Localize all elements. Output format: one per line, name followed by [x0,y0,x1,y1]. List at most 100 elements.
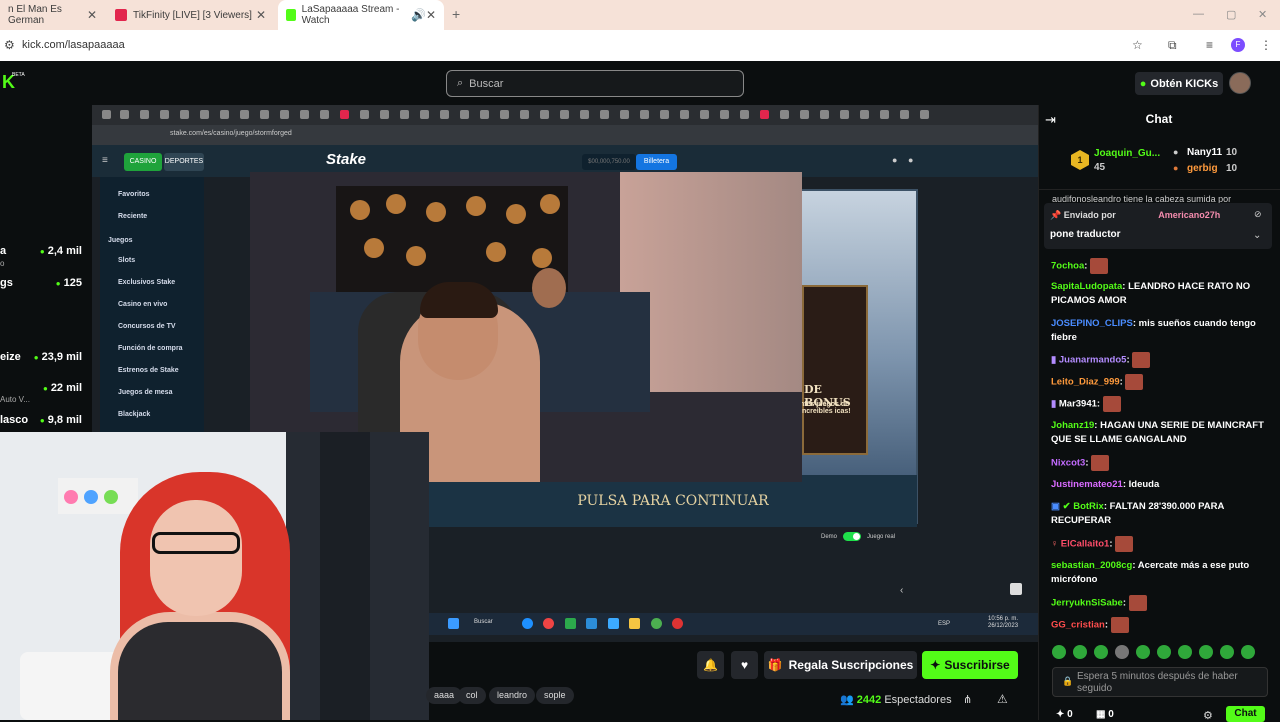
speaker-icon[interactable]: 🔊 [411,8,426,22]
chat-message: JOSEPINO_CLIPS: mis sueños cuando tengo … [1051,318,1256,343]
close-icon[interactable]: ✕ [256,8,266,22]
report-icon[interactable]: ⚠ [997,692,1008,706]
chat-title: Chat [1145,112,1173,126]
bookmark-star-icon[interactable]: ☆ [1132,38,1143,52]
viewers-icon: 👥 [840,694,854,706]
emote-icon [1125,374,1144,390]
emote-icon[interactable] [1073,645,1087,659]
emote-icon[interactable] [1157,645,1171,659]
continue-prompt: PULSA PARA CONTINUAR [429,475,917,527]
windows-start-icon [448,618,459,629]
share-icon[interactable]: ⋔ [963,693,972,706]
gift-subs-button[interactable]: 🎁 Regala Suscripciones [764,651,917,679]
emote-icon[interactable] [1241,645,1255,659]
user-avatar[interactable] [1229,72,1251,94]
browser-tab-active[interactable]: LaSapaaaaa Stream - Watch 🔊 ✕ [278,0,444,30]
bonus-card-art [802,285,868,455]
site-info-icon[interactable]: ⚙ [4,38,15,52]
browser-tab[interactable]: n El Man Es German ✕ [0,0,105,30]
pinned-text: pone traductor [1050,229,1121,240]
chevron-left-icon: ‹ [900,585,904,596]
minimize-icon[interactable]: — [1193,8,1204,20]
browser-tab[interactable]: TikFinity [LIVE] [3 Viewers] ✕ [107,0,274,30]
captured-address-bar: stake.com/es/casino/juego/stormforged [92,125,1038,145]
chat-input-placeholder: Espera 5 minutos después de haber seguid… [1077,671,1238,694]
address-bar: ⚙ kick.com/lasapaaaaa ☆ ⧉ ≡ ⋮ [0,30,1280,61]
leader-third-name[interactable]: gerbig [1187,163,1218,174]
close-icon[interactable]: ✕ [426,8,436,22]
emote-icon[interactable] [1136,645,1150,659]
bonus-subtitle: ntes juegos de increíbles icas! [800,401,851,415]
emote-icon [1110,617,1129,633]
stake-user-icon: ● [892,155,898,165]
browser-menu-icon[interactable]: ⋮ [1260,38,1272,52]
kicks-balance[interactable]: ✦ 0 [1056,709,1073,720]
taskbar-search: Buscar [474,619,493,625]
taskbar-language: ESP [938,621,951,627]
media-controls-icon[interactable]: ≡ [1206,38,1213,52]
captured-browser-tabs [92,105,1038,125]
new-tab-button[interactable]: + [452,6,460,22]
profile-avatar[interactable]: F [1231,38,1245,52]
emote-icon [1102,396,1121,412]
emote-icon[interactable] [1220,645,1234,659]
pin-icon: 📌 [1050,210,1062,220]
extensions-icon[interactable]: ⧉ [1168,38,1177,53]
subscribe-button[interactable]: ✦ Suscribirse [922,651,1018,679]
chat-message: ♀ ElCallaito1: [1051,536,1269,552]
chat-message: Nixcot3: [1051,455,1269,471]
bot-badge-icon: ▣ [1051,501,1060,512]
emote-icon[interactable] [1178,645,1192,659]
taskbar-clock: 10:56 p. m. 26/12/2023 [988,616,1019,629]
stream-tag[interactable]: col [458,687,486,704]
chat-message: Johanz19: HAGAN UNA SERIE DE MAINCRAFT Q… [1051,420,1264,445]
stream-tag[interactable]: leandro [489,687,536,704]
kicks-icon: ✦ [1056,709,1065,720]
leader-second-name[interactable]: Nany11 [1187,147,1222,158]
leader-second-points: 10 [1226,147,1238,158]
follow-heart-button[interactable]: ♥ [731,651,758,679]
facecam-overlay [0,432,429,720]
chat-message: Leito_Diaz_999: [1051,374,1269,390]
stake-side-menu: Favoritos Reciente Juegos Slots Exclusiv… [100,177,204,442]
channel-points[interactable]: ▦ 0 [1096,709,1114,720]
tab-title: n El Man Es German [8,4,62,26]
emote-icon[interactable] [1115,645,1129,659]
url-text[interactable]: kick.com/lasapaaaaa [22,39,125,51]
emote-icon[interactable] [1094,645,1108,659]
hamburger-icon: ≡ [102,155,108,166]
lock-icon: 🔒 [1062,676,1074,686]
stream-tag[interactable]: aaaa [426,687,463,704]
stream-tag[interactable]: sople [536,687,574,704]
heart-icon: ♥ [740,658,749,672]
get-kicks-button[interactable]: ● Obtén KICKs [1135,72,1223,95]
unpin-icon[interactable]: ⊘ [1254,209,1262,220]
third-place-icon: ● [1173,163,1179,173]
chat-message: Justinemateo21: Ideuda [1051,479,1160,490]
search-icon: ⌕ [457,77,464,89]
viewer-count: 👥 2442 Espectadores [840,694,952,706]
chat-settings-gear-icon[interactable]: ⚙ [1203,709,1213,722]
window-close-icon[interactable]: ✕ [1258,8,1267,21]
get-kicks-label: Obtén KICKs [1150,77,1219,90]
chat-message: sebastian_2008cg: Acercate más a ese put… [1051,560,1250,585]
leader-first-name[interactable]: Joaquin_Gu... [1094,148,1160,159]
close-icon[interactable]: ✕ [87,8,97,22]
chevron-down-icon[interactable]: ⌄ [1253,230,1261,241]
chat-message: 7ochoa: [1051,258,1269,274]
search-input[interactable]: ⌕ Buscar [446,70,744,97]
emote-icon [1090,258,1109,274]
chat-message-input[interactable]: Espera 5 minutos después de haber seguid… [1052,667,1268,697]
maximize-icon[interactable]: ▢ [1226,8,1236,21]
notification-bell-button[interactable]: 🔔 [697,651,724,679]
star-icon: ✦ [930,658,941,672]
chat-message: ▮ Mar3941: [1051,396,1269,412]
emote-icon[interactable] [1052,645,1066,659]
casino-tab: CASINO [124,153,162,171]
pinned-header: 📌 Enviado por Americano27h [1050,210,1221,220]
gift-icon: 🎁 [767,658,783,672]
wallet-button: Billetera [636,154,677,170]
emote-icon[interactable] [1199,645,1213,659]
verified-badge-icon: ✔ [1062,501,1071,512]
leader-first-points: 45 [1094,162,1106,173]
